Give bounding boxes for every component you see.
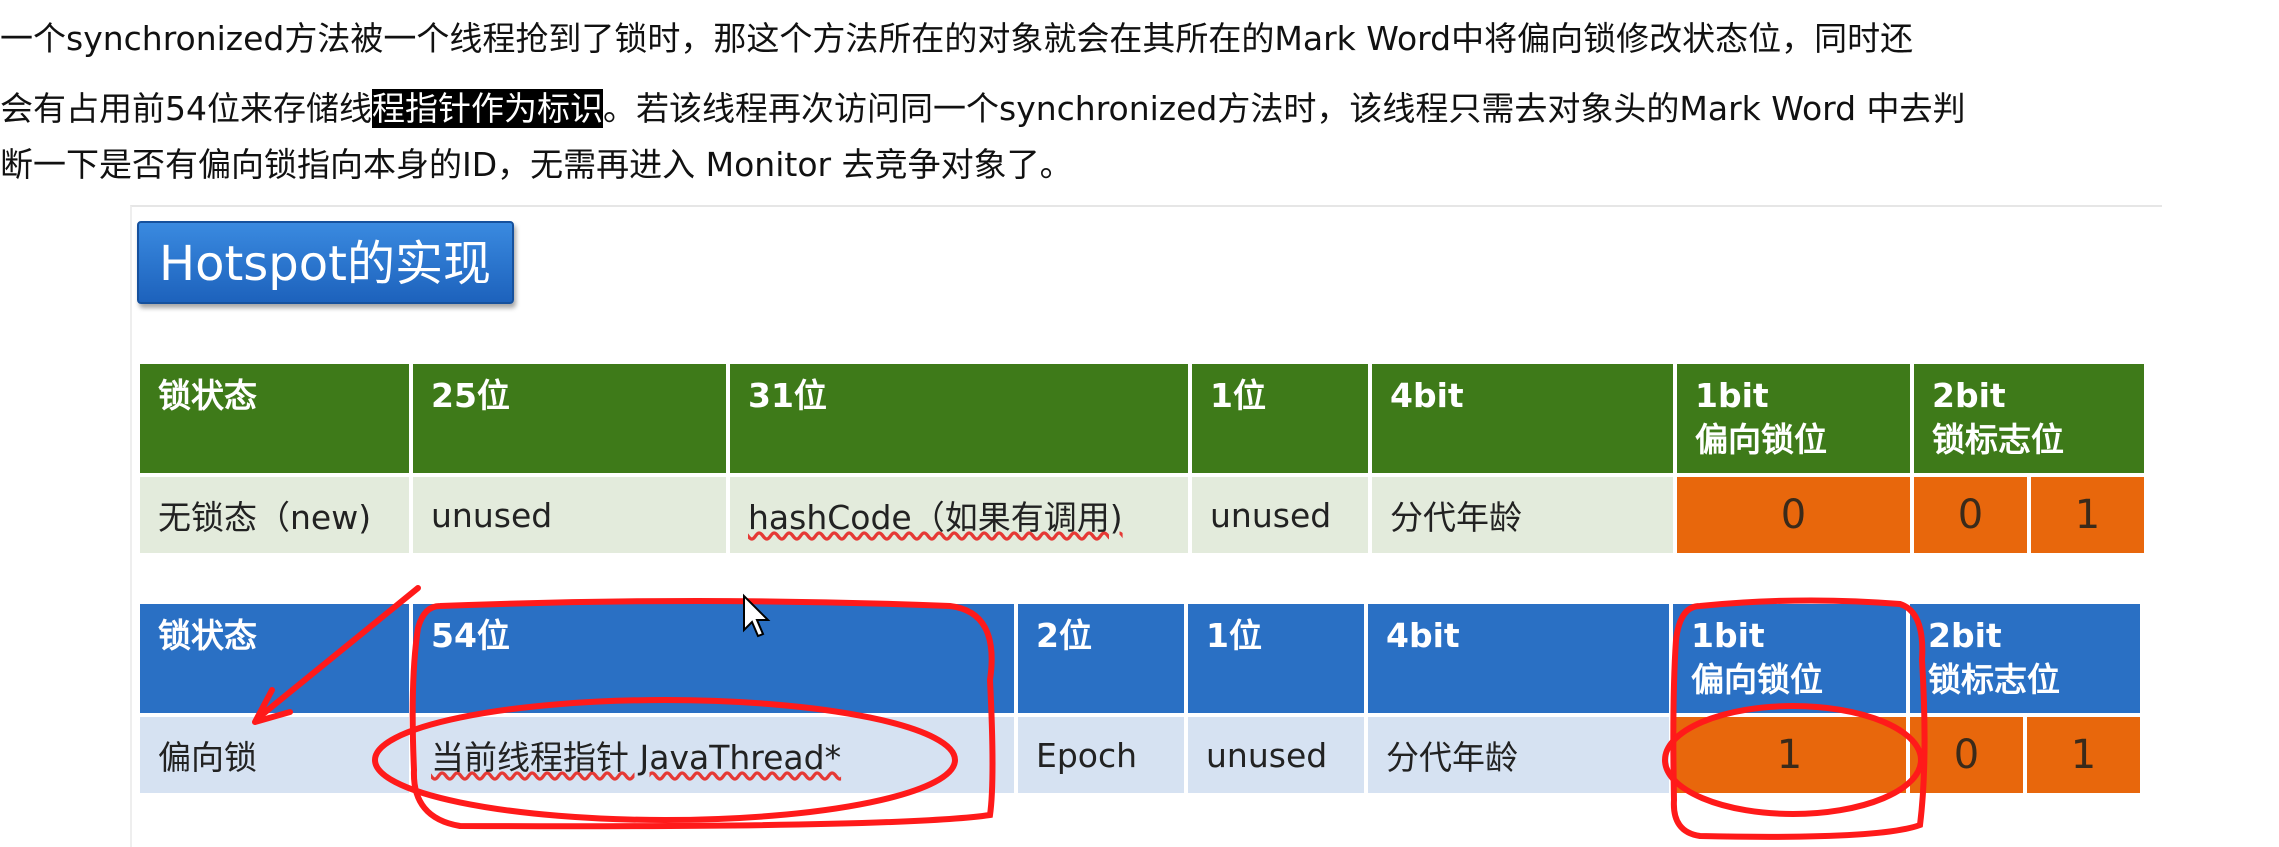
annotation-ellipse-biased-bit [1662, 703, 1924, 817]
red-annotations [252, 585, 1928, 840]
annotation-arrow [255, 585, 421, 721]
annotation-ellipse-thread-pointer [372, 697, 958, 823]
